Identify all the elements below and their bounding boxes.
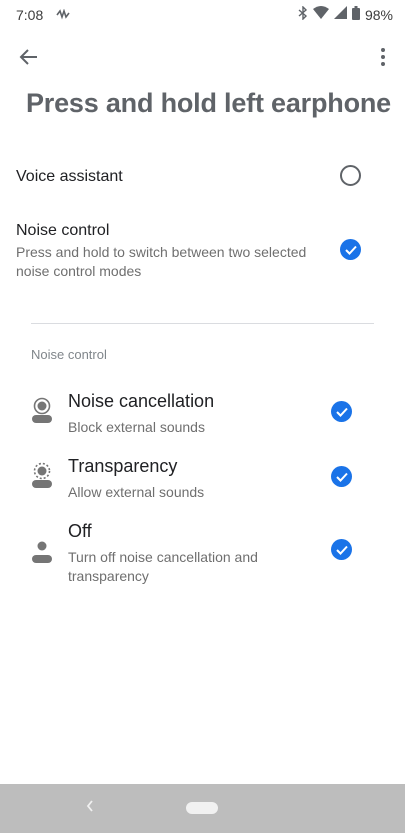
nav-back-button[interactable] <box>84 798 96 818</box>
person-ear-icon <box>31 397 53 423</box>
check-circle-icon[interactable] <box>331 401 352 422</box>
bluetooth-icon <box>298 4 308 25</box>
radio-unchecked-icon[interactable] <box>340 165 361 186</box>
check-circle-icon[interactable] <box>331 466 352 487</box>
voice-assistant-label: Voice assistant <box>16 168 123 185</box>
signal-icon <box>333 6 347 24</box>
battery-icon <box>351 5 360 25</box>
noise-control-label: Noise control <box>16 222 110 239</box>
mode-title: Off <box>68 521 92 541</box>
divider <box>31 323 374 324</box>
check-circle-icon[interactable] <box>331 539 352 560</box>
more-vert-icon <box>381 47 385 71</box>
status-bar: 7:08 98% <box>0 0 405 30</box>
system-nav-bar <box>0 784 405 833</box>
top-app-bar <box>0 38 405 78</box>
mode-noise-cancellation[interactable]: Noise cancellation Block external sounds <box>0 385 405 440</box>
voice-assistant-option[interactable]: Voice assistant <box>0 156 405 196</box>
mode-title: Transparency <box>68 456 178 476</box>
mode-title: Noise cancellation <box>68 391 215 411</box>
check-circle-icon[interactable] <box>340 239 361 260</box>
noise-control-description: Press and hold to switch between two sel… <box>16 244 307 279</box>
notification-icon <box>56 8 70 20</box>
section-heading: Noise control <box>31 347 107 362</box>
person-ear-icon <box>31 537 53 563</box>
back-button[interactable] <box>14 44 44 74</box>
chevron-left-icon <box>86 799 94 817</box>
mode-subtitle: Turn off noise cancellation and transpar… <box>68 549 258 584</box>
noise-control-option[interactable]: Noise control Press and hold to switch b… <box>0 216 405 282</box>
mode-subtitle: Allow external sounds <box>68 484 205 500</box>
battery-percent: 98% <box>364 7 393 23</box>
arrow-left-icon <box>19 47 39 72</box>
wifi-icon <box>312 6 329 24</box>
status-time: 7:08 <box>16 7 44 23</box>
mode-off[interactable]: Off Turn off noise cancellation and tran… <box>0 515 405 587</box>
page-title: Press and hold left earphone <box>26 88 391 118</box>
status-icons: 98% <box>298 4 393 25</box>
mode-subtitle: Block external sounds <box>68 419 205 435</box>
nav-home-pill[interactable] <box>186 802 218 814</box>
mode-transparency[interactable]: Transparency Allow external sounds <box>0 450 405 505</box>
more-options-button[interactable] <box>373 44 393 74</box>
person-ear-icon <box>31 462 53 488</box>
